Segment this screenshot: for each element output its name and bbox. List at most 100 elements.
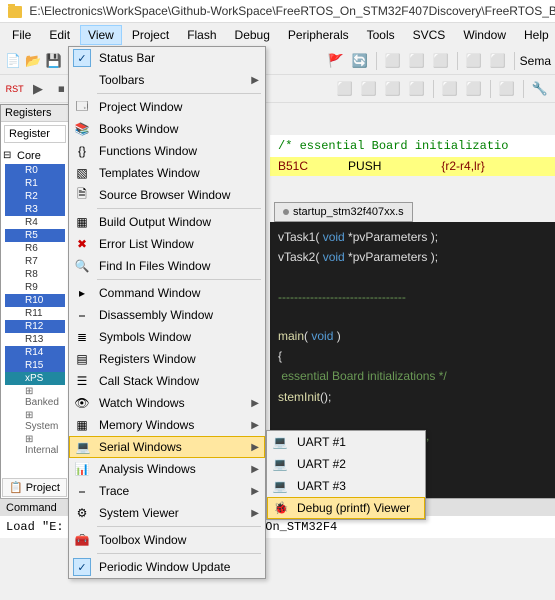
reg-r8[interactable]: R8 [5, 268, 65, 281]
menu-memory-windows[interactable]: ▦ Memory Windows ▶ [69, 414, 265, 436]
menu-error-list[interactable]: ✖ Error List Window [69, 233, 265, 255]
menu-periodic-update[interactable]: ✓ Periodic Window Update [69, 556, 265, 578]
project-tab[interactable]: 📋 Project [2, 478, 67, 497]
trace-icon: ⎯ [73, 482, 91, 500]
reg-r5[interactable]: R5 [5, 229, 65, 242]
asm-line: B51CPUSH{r2-r4,lr} [270, 157, 555, 176]
menu-call-stack[interactable]: ☰ Call Stack Window [69, 370, 265, 392]
menu-toolbars[interactable]: Toolbars ▶ [69, 69, 265, 91]
menu-file[interactable]: File [4, 25, 39, 45]
reg-r9[interactable]: R9 [5, 281, 65, 294]
window-icon: 🗔 [73, 98, 91, 116]
window-icon[interactable]: ⬜ [496, 78, 518, 100]
menu-svcs[interactable]: SVCS [405, 25, 454, 45]
file-tab-label: startup_stm32f407xx.s [293, 206, 404, 218]
menu-system-viewer[interactable]: ⚙ System Viewer ▶ [69, 502, 265, 524]
menu-toolbox-window[interactable]: 🧰 Toolbox Window [69, 529, 265, 551]
window-icon[interactable]: ⬜ [358, 78, 380, 100]
menu-edit[interactable]: Edit [41, 25, 78, 45]
tool-icon[interactable]: ⬜ [487, 50, 509, 72]
menu-project[interactable]: Project [124, 25, 177, 45]
reg-r14[interactable]: R14 [5, 346, 65, 359]
menu-templates-window[interactable]: ▧ Templates Window [69, 162, 265, 184]
reg-r6[interactable]: R6 [5, 242, 65, 255]
reg-r4[interactable]: R4 [5, 216, 65, 229]
submenu-uart3[interactable]: 💻 UART #3 [267, 475, 425, 497]
menu-find-in-files[interactable]: 🔍 Find In Files Window [69, 255, 265, 277]
analysis-icon: 📊 [73, 460, 91, 478]
submenu-uart1[interactable]: 💻 UART #1 [267, 431, 425, 453]
title-path: E:\Electronics\WorkSpace\Github-WorkSpac… [29, 4, 555, 18]
books-icon: 📚 [73, 120, 91, 138]
menu-build-output[interactable]: ▦ Build Output Window [69, 211, 265, 233]
menu-analysis-windows[interactable]: 📊 Analysis Windows ▶ [69, 458, 265, 480]
menu-window[interactable]: Window [455, 25, 514, 45]
file-tab[interactable]: startup_stm32f407xx.s [274, 202, 413, 222]
open-icon[interactable]: 📂 [24, 50, 42, 72]
window-icon[interactable]: ⬜ [463, 78, 485, 100]
reg-r12[interactable]: R12 [5, 320, 65, 333]
code-header: /* essential Board initializatio B51CPUS… [270, 135, 555, 176]
window-icon[interactable]: ⬜ [334, 78, 356, 100]
disasm-icon: ⎯ [73, 306, 91, 324]
menu-flash[interactable]: Flash [179, 25, 224, 45]
menu-view[interactable]: View [80, 25, 122, 45]
run-icon[interactable]: ▶ [27, 78, 48, 100]
window-icon[interactable]: ⬜ [406, 78, 428, 100]
arrow-icon: ▶ [251, 464, 259, 475]
uart-icon: 💻 [271, 455, 289, 473]
uart-icon: 💻 [271, 477, 289, 495]
command-icon: ▸ [73, 284, 91, 302]
reg-r3[interactable]: R3 [5, 203, 65, 216]
refresh-icon[interactable]: 🔄 [349, 50, 371, 72]
menu-command-window[interactable]: ▸ Command Window [69, 282, 265, 304]
menu-serial-windows[interactable]: 💻 Serial Windows ▶ [69, 436, 265, 458]
menu-source-browser[interactable]: 🗎 Source Browser Window [69, 184, 265, 206]
title-bar: E:\Electronics\WorkSpace\Github-WorkSpac… [0, 0, 555, 23]
reg-internal[interactable]: Internal [5, 433, 65, 457]
menu-help[interactable]: Help [516, 25, 555, 45]
reg-xps[interactable]: xPS [5, 372, 65, 385]
register-tab[interactable]: Register [4, 125, 66, 143]
save-icon[interactable]: 💾 [44, 50, 62, 72]
reg-r7[interactable]: R7 [5, 255, 65, 268]
reg-r13[interactable]: R13 [5, 333, 65, 346]
menu-watch-windows[interactable]: 👁 Watch Windows ▶ [69, 392, 265, 414]
symbols-icon: ≣ [73, 328, 91, 346]
menu-disassembly[interactable]: ⎯ Disassembly Window [69, 304, 265, 326]
registers-panel: Registers Register Core R0 R1 R2 R3 R4 R… [0, 104, 70, 504]
submenu-debug-printf[interactable]: 🐞 Debug (printf) Viewer [267, 497, 425, 519]
reg-system[interactable]: System [5, 409, 65, 433]
reg-r10[interactable]: R10 [5, 294, 65, 307]
menu-symbols[interactable]: ≣ Symbols Window [69, 326, 265, 348]
menu-tools[interactable]: Tools [359, 25, 403, 45]
menu-registers[interactable]: ▤ Registers Window [69, 348, 265, 370]
reg-r1[interactable]: R1 [5, 177, 65, 190]
flag-icon[interactable]: 🚩 [325, 50, 347, 72]
menu-functions-window[interactable]: {} Functions Window [69, 140, 265, 162]
tool-icon[interactable]: ⬜ [406, 50, 428, 72]
reg-r0[interactable]: R0 [5, 164, 65, 177]
menu-trace[interactable]: ⎯ Trace ▶ [69, 480, 265, 502]
reg-r11[interactable]: R11 [5, 307, 65, 320]
new-icon[interactable]: 📄 [4, 50, 22, 72]
tool-icon[interactable]: ⬜ [430, 50, 452, 72]
core-node[interactable]: Core [3, 148, 67, 164]
tool-icon[interactable]: ⬜ [463, 50, 485, 72]
menu-status-bar[interactable]: ✓ Status Bar [69, 47, 265, 69]
submenu-uart2[interactable]: 💻 UART #2 [267, 453, 425, 475]
memory-icon: ▦ [73, 416, 91, 434]
window-icon[interactable]: ⬜ [382, 78, 404, 100]
reg-banked[interactable]: Banked [5, 385, 65, 409]
menu-peripherals[interactable]: Peripherals [280, 25, 357, 45]
view-dropdown: ✓ Status Bar Toolbars ▶ 🗔 Project Window… [68, 46, 266, 579]
window-icon[interactable]: ⬜ [439, 78, 461, 100]
tool-icon[interactable]: ⬜ [382, 50, 404, 72]
menu-debug[interactable]: Debug [227, 25, 278, 45]
gear-icon[interactable]: 🔧 [529, 78, 551, 100]
menu-books-window[interactable]: 📚 Books Window [69, 118, 265, 140]
menu-project-window[interactable]: 🗔 Project Window [69, 96, 265, 118]
reg-r15[interactable]: R15 [5, 359, 65, 372]
reg-r2[interactable]: R2 [5, 190, 65, 203]
rst-icon[interactable]: RST [4, 78, 25, 100]
